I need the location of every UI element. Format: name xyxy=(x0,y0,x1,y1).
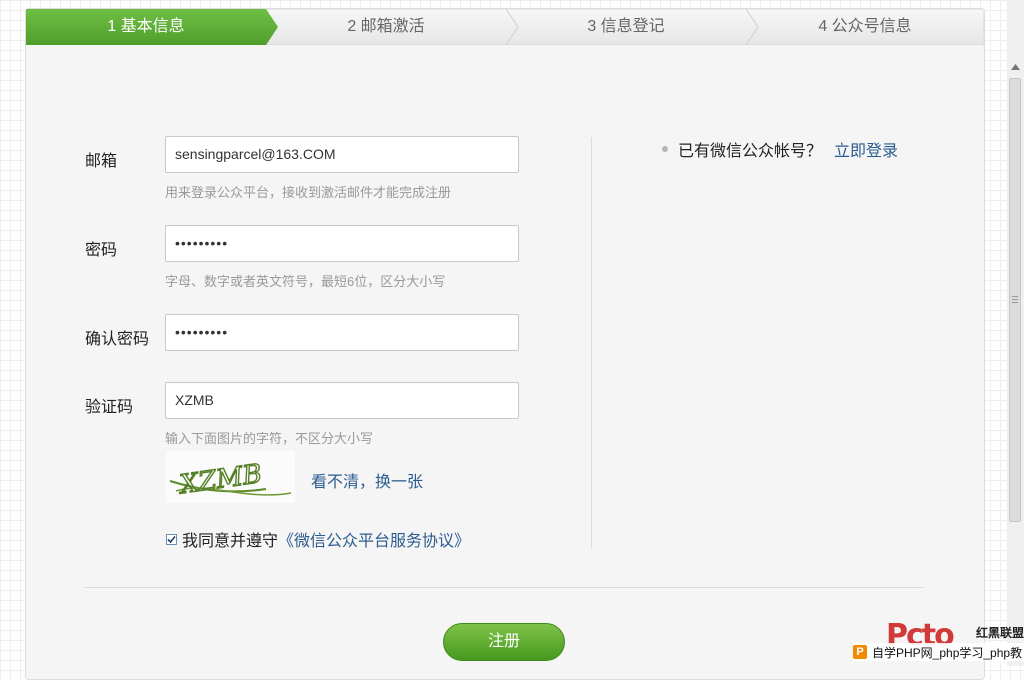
registration-panel: 1 基本信息 2 邮箱激活 3 信息登记 4 公众号信息 邮箱 sensingp… xyxy=(25,8,985,680)
scroll-up-arrow-icon[interactable] xyxy=(1007,58,1024,75)
watermark-banner: P 自学PHP网_php学习_php教 xyxy=(853,643,1024,661)
captcha-hint: 输入下面图片的字符，不区分大小写 xyxy=(165,431,374,446)
watermark-alliance-text: 红黑联盟 xyxy=(976,626,1024,640)
password-input[interactable]: ••••••••• xyxy=(165,225,519,262)
existing-account-tip: 已有微信公众帐号？ 立即登录 xyxy=(662,137,898,161)
step-progress-bar: 1 基本信息 2 邮箱激活 3 信息登记 4 公众号信息 xyxy=(26,9,984,45)
watermark-banner-text: 自学PHP网_php学习_php教 xyxy=(872,645,1023,660)
email-hint: 用来登录公众平台，接收到激活邮件才能完成注册 xyxy=(165,185,452,200)
register-button[interactable]: 注册 xyxy=(443,623,565,661)
column-divider xyxy=(591,137,592,548)
password-label: 密码 xyxy=(85,242,118,259)
captcha-label: 验证码 xyxy=(85,399,134,416)
agreement-text: 我同意并遵守 xyxy=(182,533,279,550)
captcha-image[interactable]: XZMB xyxy=(166,451,295,503)
existing-account-text: 已有微信公众帐号？ xyxy=(678,143,823,160)
form-divider xyxy=(85,587,923,588)
scroll-thumb[interactable] xyxy=(1009,78,1021,522)
agreement-row: 我同意并遵守 《微信公众平台服务协议》 xyxy=(166,527,470,551)
service-agreement-link[interactable]: 《微信公众平台服务协议》 xyxy=(278,527,470,551)
watermark-p-icon: P xyxy=(853,645,867,659)
confirm-password-input[interactable]: ••••••••• xyxy=(165,314,519,351)
step-1-basic-info: 1 基本信息 xyxy=(107,18,185,35)
vertical-scrollbar[interactable] xyxy=(1007,0,1024,666)
bullet-icon xyxy=(662,146,668,152)
checkmark-icon xyxy=(167,535,176,543)
email-input[interactable]: sensingparcel@163.COM xyxy=(165,136,519,173)
email-label: 邮箱 xyxy=(85,153,118,170)
login-now-link[interactable]: 立即登录 xyxy=(834,137,898,161)
confirm-password-label: 确认密码 xyxy=(85,331,150,348)
agreement-checkbox[interactable] xyxy=(166,533,177,545)
step-3-info-registration: 3 信息登记 xyxy=(587,18,665,35)
refresh-captcha-link[interactable]: 看不清，换一张 xyxy=(311,468,423,492)
step-2-email-activation: 2 邮箱激活 xyxy=(347,18,425,35)
step-4-account-info: 4 公众号信息 xyxy=(818,18,912,35)
captcha-input[interactable]: XZMB xyxy=(165,382,519,419)
password-hint: 字母、数字或者英文符号，最短6位，区分大小写 xyxy=(165,274,446,289)
